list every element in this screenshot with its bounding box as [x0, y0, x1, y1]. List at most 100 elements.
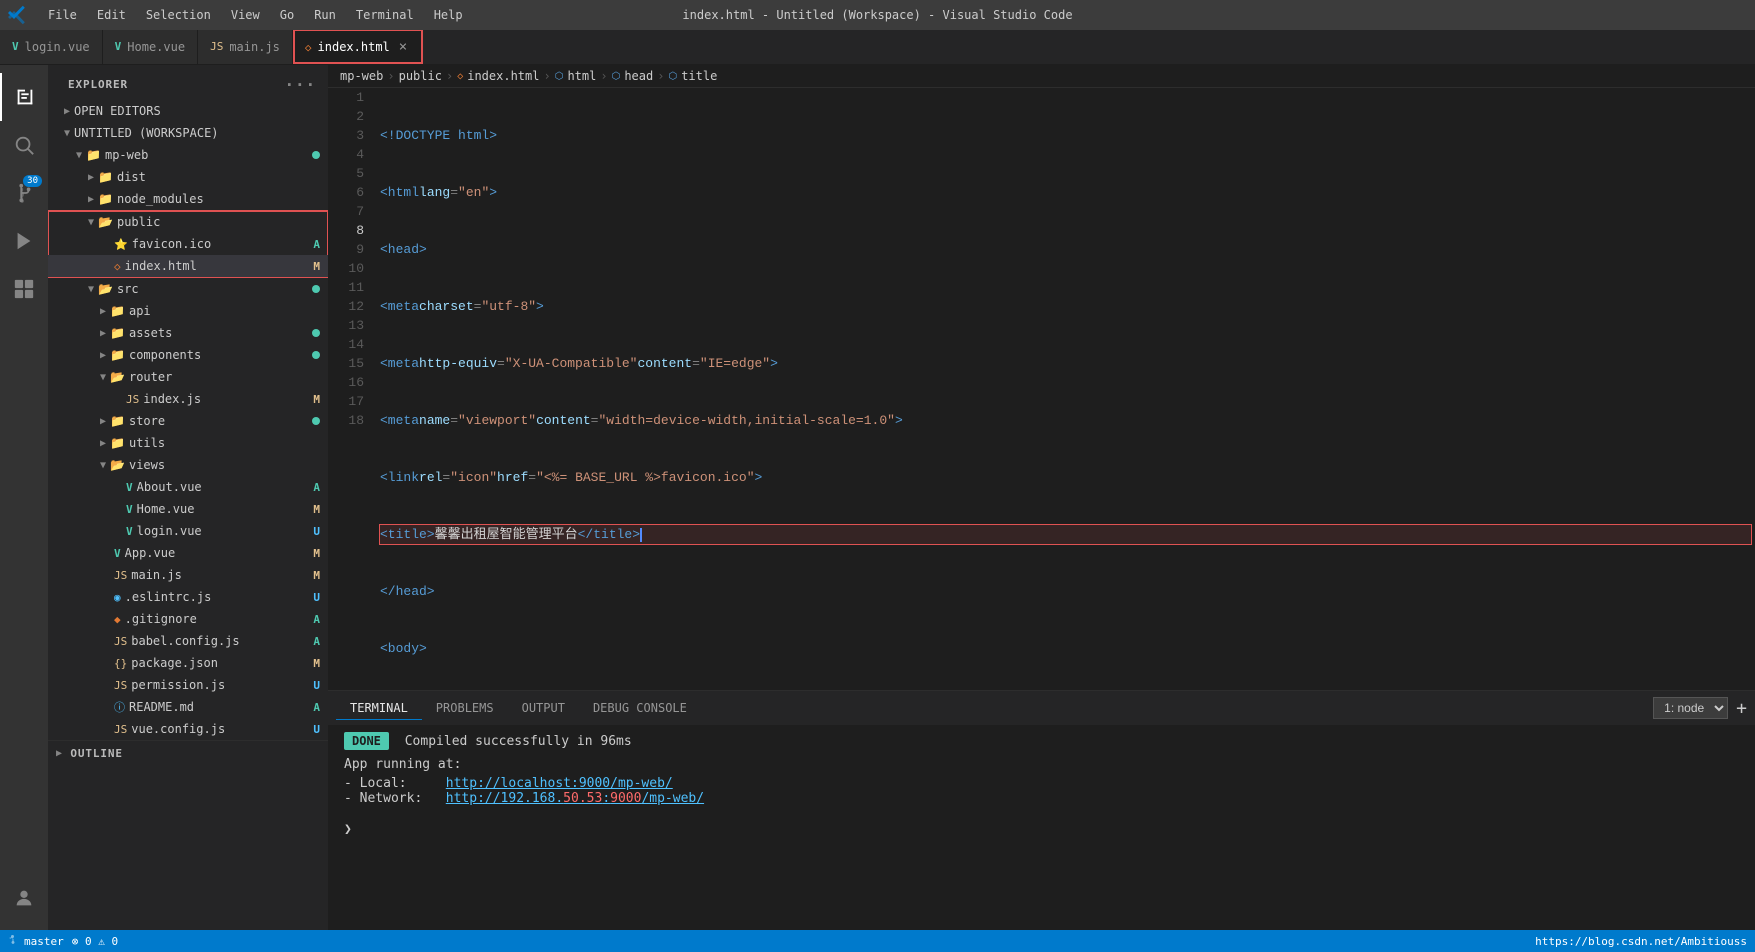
- status-bar: master ⊗ 0 ⚠ 0 https://blog.csdn.net/Amb…: [0, 930, 1755, 952]
- tab-index-html[interactable]: ◇ index.html ×: [293, 29, 423, 64]
- activity-explorer[interactable]: [0, 73, 48, 121]
- file-babel-config-js[interactable]: JS babel.config.js A: [48, 630, 328, 652]
- line-num-10: 10: [344, 259, 364, 278]
- code-line-3: <head>: [380, 240, 1751, 259]
- folder-utils[interactable]: ▶ 📁 utils: [48, 432, 328, 454]
- chevron-right-icon: ▶: [100, 438, 106, 449]
- local-url[interactable]: http://localhost:9000/mp-web/: [446, 776, 673, 791]
- modified-dot: [312, 329, 320, 337]
- file-type-icon: ⓘ: [114, 699, 125, 715]
- activity-source-control[interactable]: 30: [0, 169, 48, 217]
- tab-close-button[interactable]: ×: [396, 39, 410, 55]
- folder-icon: 📁: [110, 348, 125, 362]
- tab-terminal[interactable]: TERMINAL: [336, 697, 422, 720]
- line-num-13: 13: [344, 316, 364, 335]
- modified-dot: [312, 417, 320, 425]
- menu-selection[interactable]: Selection: [138, 6, 219, 24]
- done-badge: DONE: [344, 732, 389, 750]
- file-type-icon: V: [126, 525, 133, 538]
- menu-edit[interactable]: Edit: [89, 6, 134, 24]
- folder-api[interactable]: ▶ 📁 api: [48, 300, 328, 322]
- tab-main-js[interactable]: JS main.js: [198, 29, 293, 64]
- file-index-html[interactable]: ◇ index.html M: [48, 255, 328, 277]
- file-login-vue[interactable]: V login.vue U: [48, 520, 328, 542]
- file-package-json[interactable]: {} package.json M: [48, 652, 328, 674]
- file-badge: U: [313, 525, 320, 538]
- menu-view[interactable]: View: [223, 6, 268, 24]
- tab-output[interactable]: OUTPUT: [508, 697, 579, 720]
- folder-icon: 📁: [110, 304, 125, 318]
- file-permission-js[interactable]: JS permission.js U: [48, 674, 328, 696]
- file-router-index-js[interactable]: JS index.js M: [48, 388, 328, 410]
- folder-icon: 📁: [86, 148, 101, 162]
- terminal-select[interactable]: 1: node: [1653, 697, 1728, 719]
- activity-extensions[interactable]: [0, 265, 48, 313]
- terminal-body[interactable]: DONE Compiled successfully in 96ms App r…: [328, 726, 1755, 930]
- file-readme-md[interactable]: ⓘ README.md A: [48, 696, 328, 718]
- tag-icon: ⬡: [668, 71, 677, 82]
- file-badge: M: [313, 569, 320, 582]
- folder-open-icon: 📂: [110, 458, 125, 472]
- chevron-down-icon: ▼: [64, 128, 70, 139]
- folder-mp-web[interactable]: ▼ 📁 mp-web: [48, 144, 328, 166]
- file-home-vue[interactable]: V Home.vue M: [48, 498, 328, 520]
- vue-icon: V: [12, 40, 19, 53]
- line-num-18: 18: [344, 411, 364, 430]
- modified-dot: [312, 285, 320, 293]
- folder-src[interactable]: ▼ 📂 src: [48, 278, 328, 300]
- folder-router[interactable]: ▼ 📂 router: [48, 366, 328, 388]
- chevron-down-icon: ▼: [100, 372, 106, 383]
- horizontal-scrollbar[interactable]: [328, 680, 1755, 690]
- chevron-right-icon: ▶: [100, 416, 106, 427]
- activity-debug[interactable]: [0, 217, 48, 265]
- menu-help[interactable]: Help: [426, 6, 471, 24]
- file-favicon-ico[interactable]: ⭐ favicon.ico A: [48, 233, 328, 255]
- tab-login-vue[interactable]: V login.vue: [0, 29, 103, 64]
- file-badge: A: [313, 635, 320, 648]
- line-num-2: 2: [344, 107, 364, 126]
- activity-search[interactable]: [0, 121, 48, 169]
- tab-debug-console[interactable]: DEBUG CONSOLE: [579, 697, 701, 720]
- port-highlight: 50.53: [563, 791, 602, 806]
- line-num-3: 3: [344, 126, 364, 145]
- folder-store[interactable]: ▶ 📁 store: [48, 410, 328, 432]
- file-app-vue[interactable]: V App.vue M: [48, 542, 328, 564]
- line-num-4: 4: [344, 145, 364, 164]
- code-content[interactable]: <!DOCTYPE html> <html lang="en"> <head> …: [376, 88, 1755, 680]
- status-link: https://blog.csdn.net/Ambitiouss: [1535, 935, 1747, 948]
- file-gitignore[interactable]: ◆ .gitignore A: [48, 608, 328, 630]
- code-line-7: <link rel="icon" href="<%= BASE_URL %>fa…: [380, 468, 1751, 487]
- outline-header[interactable]: ▶ OUTLINE: [48, 745, 328, 762]
- file-eslintrc-js[interactable]: ◉ .eslintrc.js U: [48, 586, 328, 608]
- workspace-section[interactable]: ▼ UNTITLED (WORKSPACE): [48, 122, 328, 144]
- file-main-js[interactable]: JS main.js M: [48, 564, 328, 586]
- add-terminal-button[interactable]: +: [1736, 698, 1747, 719]
- menu-go[interactable]: Go: [272, 6, 302, 24]
- folder-components[interactable]: ▶ 📁 components: [48, 344, 328, 366]
- outline-section: ▶ OUTLINE: [48, 740, 328, 766]
- modified-dot: [312, 151, 320, 159]
- activity-account[interactable]: [0, 874, 48, 922]
- file-badge: M: [313, 393, 320, 406]
- menu-terminal[interactable]: Terminal: [348, 6, 422, 24]
- folder-public[interactable]: ▼ 📂 public: [48, 211, 328, 233]
- folder-dist[interactable]: ▶ 📁 dist: [48, 166, 328, 188]
- network-url[interactable]: http://192.168.50.53:9000/mp-web/: [446, 791, 704, 806]
- tab-problems[interactable]: PROBLEMS: [422, 697, 508, 720]
- folder-assets[interactable]: ▶ 📁 assets: [48, 322, 328, 344]
- file-about-vue[interactable]: V About.vue A: [48, 476, 328, 498]
- file-vue-config-js[interactable]: JS vue.config.js U: [48, 718, 328, 740]
- code-editor[interactable]: 1 2 3 4 5 6 7 8 9 10 11 12 13 14 15 16 1: [328, 88, 1755, 680]
- menu-file[interactable]: File: [40, 6, 85, 24]
- modified-dot: [312, 351, 320, 359]
- tab-home-vue[interactable]: V Home.vue: [103, 29, 198, 64]
- chevron-right-icon: ▶: [100, 350, 106, 361]
- folder-node-modules[interactable]: ▶ 📁 node_modules: [48, 188, 328, 210]
- open-editors-section[interactable]: ▶ OPEN EDITORS: [48, 100, 328, 122]
- folder-views[interactable]: ▼ 📂 views: [48, 454, 328, 476]
- menu-run[interactable]: Run: [306, 6, 344, 24]
- more-button[interactable]: ···: [284, 75, 316, 94]
- git-branch: master: [8, 935, 64, 948]
- file-type-icon: ◆: [114, 613, 121, 626]
- tag-icon: ⬡: [612, 71, 621, 82]
